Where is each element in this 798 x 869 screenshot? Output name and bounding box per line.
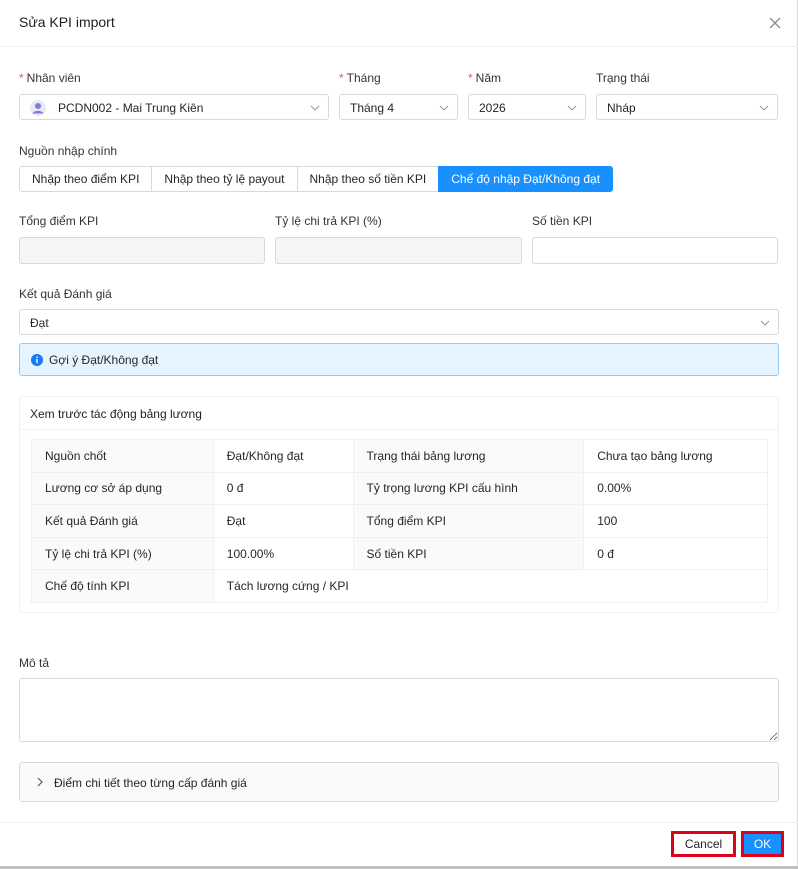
required-mark: * bbox=[19, 71, 24, 85]
employee-select[interactable]: PCDN002 - Mai Trung Kiên bbox=[19, 94, 329, 120]
month-label: * Tháng bbox=[339, 71, 381, 85]
hint-alert: Gợi ý Đạt/Không đạt bbox=[19, 343, 779, 376]
close-icon[interactable] bbox=[766, 14, 784, 32]
preview-key: Tỷ trọng lương KPI cấu hình bbox=[352, 471, 585, 506]
source-segmented-control: Nhập theo điểm KPI Nhập theo tỷ lệ payou… bbox=[19, 166, 614, 192]
table-row: Tỷ lệ chi trả KPI (%) 100.00% Số tiền KP… bbox=[31, 536, 768, 571]
source-option-amount[interactable]: Nhập theo số tiền KPI bbox=[296, 166, 440, 192]
chevron-right-icon bbox=[37, 777, 43, 787]
evaluation-value: Đạt bbox=[30, 316, 49, 330]
payout-rate-label: Tỷ lệ chi trả KPI (%) bbox=[275, 214, 382, 228]
required-mark: * bbox=[339, 71, 344, 85]
chevron-down-icon bbox=[310, 105, 320, 111]
source-option-payout-rate[interactable]: Nhập theo tỷ lệ payout bbox=[151, 166, 298, 192]
preview-value: 100.00% bbox=[212, 536, 354, 571]
chevron-down-icon bbox=[759, 105, 769, 111]
employee-value: PCDN002 - Mai Trung Kiên bbox=[58, 101, 204, 115]
preview-key: Tỷ lệ chi trả KPI (%) bbox=[31, 536, 214, 571]
hint-text: Gợi ý Đạt/Không đạt bbox=[49, 353, 159, 367]
edit-kpi-modal: Sửa KPI import * Nhân viên * Tháng * Năm Tr… bbox=[0, 0, 798, 869]
year-label: * Năm bbox=[468, 71, 502, 85]
amount-input[interactable] bbox=[532, 237, 778, 264]
source-option-score[interactable]: Nhập theo điểm KPI bbox=[19, 166, 153, 192]
evaluation-select[interactable]: Đạt bbox=[19, 309, 779, 335]
ok-button[interactable]: OK bbox=[741, 831, 784, 857]
payroll-preview-card: Xem trước tác động bảng lương Nguồn chốt… bbox=[19, 396, 779, 613]
preview-value: Đạt bbox=[212, 504, 354, 538]
evaluation-label: Kết quả Đánh giá bbox=[19, 287, 112, 301]
status-select[interactable]: Nháp bbox=[596, 94, 778, 120]
preview-key: Tổng điểm KPI bbox=[352, 504, 585, 538]
chevron-down-icon bbox=[567, 105, 577, 111]
month-value: Tháng 4 bbox=[350, 101, 395, 115]
avatar-icon bbox=[30, 100, 46, 116]
table-row: Nguồn chốt Đạt/Không đạt Trạng thái bảng… bbox=[31, 439, 768, 473]
chevron-down-icon bbox=[439, 105, 449, 111]
required-mark: * bbox=[468, 71, 473, 85]
preview-value: 0 đ bbox=[583, 536, 768, 571]
modal-title: Sửa KPI import bbox=[19, 14, 115, 30]
source-label: Nguồn nhập chính bbox=[19, 144, 118, 158]
divider bbox=[20, 429, 778, 430]
cancel-button[interactable]: Cancel bbox=[671, 831, 736, 857]
preview-key: Nguồn chốt bbox=[31, 439, 214, 473]
preview-key: Số tiền KPI bbox=[352, 536, 585, 571]
description-label: Mô tả bbox=[19, 656, 50, 670]
total-score-label: Tổng điểm KPI bbox=[19, 214, 99, 228]
table-row: Kết quả Đánh giá Đạt Tổng điểm KPI 100 bbox=[31, 504, 768, 538]
table-row: Chế độ tính KPI Tách lương cứng / KPI bbox=[31, 569, 769, 603]
details-label: Điểm chi tiết theo từng cấp đánh giá bbox=[54, 776, 247, 790]
year-select[interactable]: 2026 bbox=[468, 94, 586, 120]
preview-value: Đạt/Không đạt bbox=[212, 439, 354, 473]
payout-rate-input bbox=[275, 237, 522, 264]
preview-key: Kết quả Đánh giá bbox=[31, 504, 214, 538]
chevron-down-icon bbox=[760, 320, 770, 326]
amount-label: Số tiền KPI bbox=[532, 214, 593, 228]
preview-key: Chế độ tính KPI bbox=[31, 569, 214, 603]
table-row: Lương cơ sở áp dụng 0 đ Tỷ trọng lương K… bbox=[31, 471, 768, 506]
description-textarea[interactable] bbox=[19, 678, 779, 742]
details-collapse[interactable]: Điểm chi tiết theo từng cấp đánh giá bbox=[19, 762, 779, 802]
total-score-input bbox=[19, 237, 265, 264]
status-value: Nháp bbox=[607, 101, 636, 115]
month-select[interactable]: Tháng 4 bbox=[339, 94, 458, 120]
preview-value: Tách lương cứng / KPI bbox=[212, 569, 769, 603]
preview-value: Chưa tạo bảng lương bbox=[583, 439, 768, 473]
preview-value: 0 đ bbox=[212, 471, 354, 506]
preview-title: Xem trước tác động bảng lương bbox=[30, 407, 202, 421]
preview-key: Lương cơ sở áp dụng bbox=[31, 471, 214, 506]
source-option-pass-fail[interactable]: Chế độ nhập Đạt/Không đạt bbox=[438, 166, 614, 192]
preview-value: 100 bbox=[583, 504, 768, 538]
employee-label: * Nhân viên bbox=[19, 71, 81, 85]
modal-header: Sửa KPI import bbox=[0, 0, 798, 47]
preview-value: 0.00% bbox=[583, 471, 768, 506]
preview-table: Nguồn chốt Đạt/Không đạt Trạng thái bảng… bbox=[31, 439, 769, 603]
info-icon bbox=[31, 354, 43, 366]
status-label: Trạng thái bbox=[596, 71, 650, 85]
preview-key: Trạng thái bảng lương bbox=[352, 439, 585, 473]
year-value: 2026 bbox=[479, 101, 506, 115]
